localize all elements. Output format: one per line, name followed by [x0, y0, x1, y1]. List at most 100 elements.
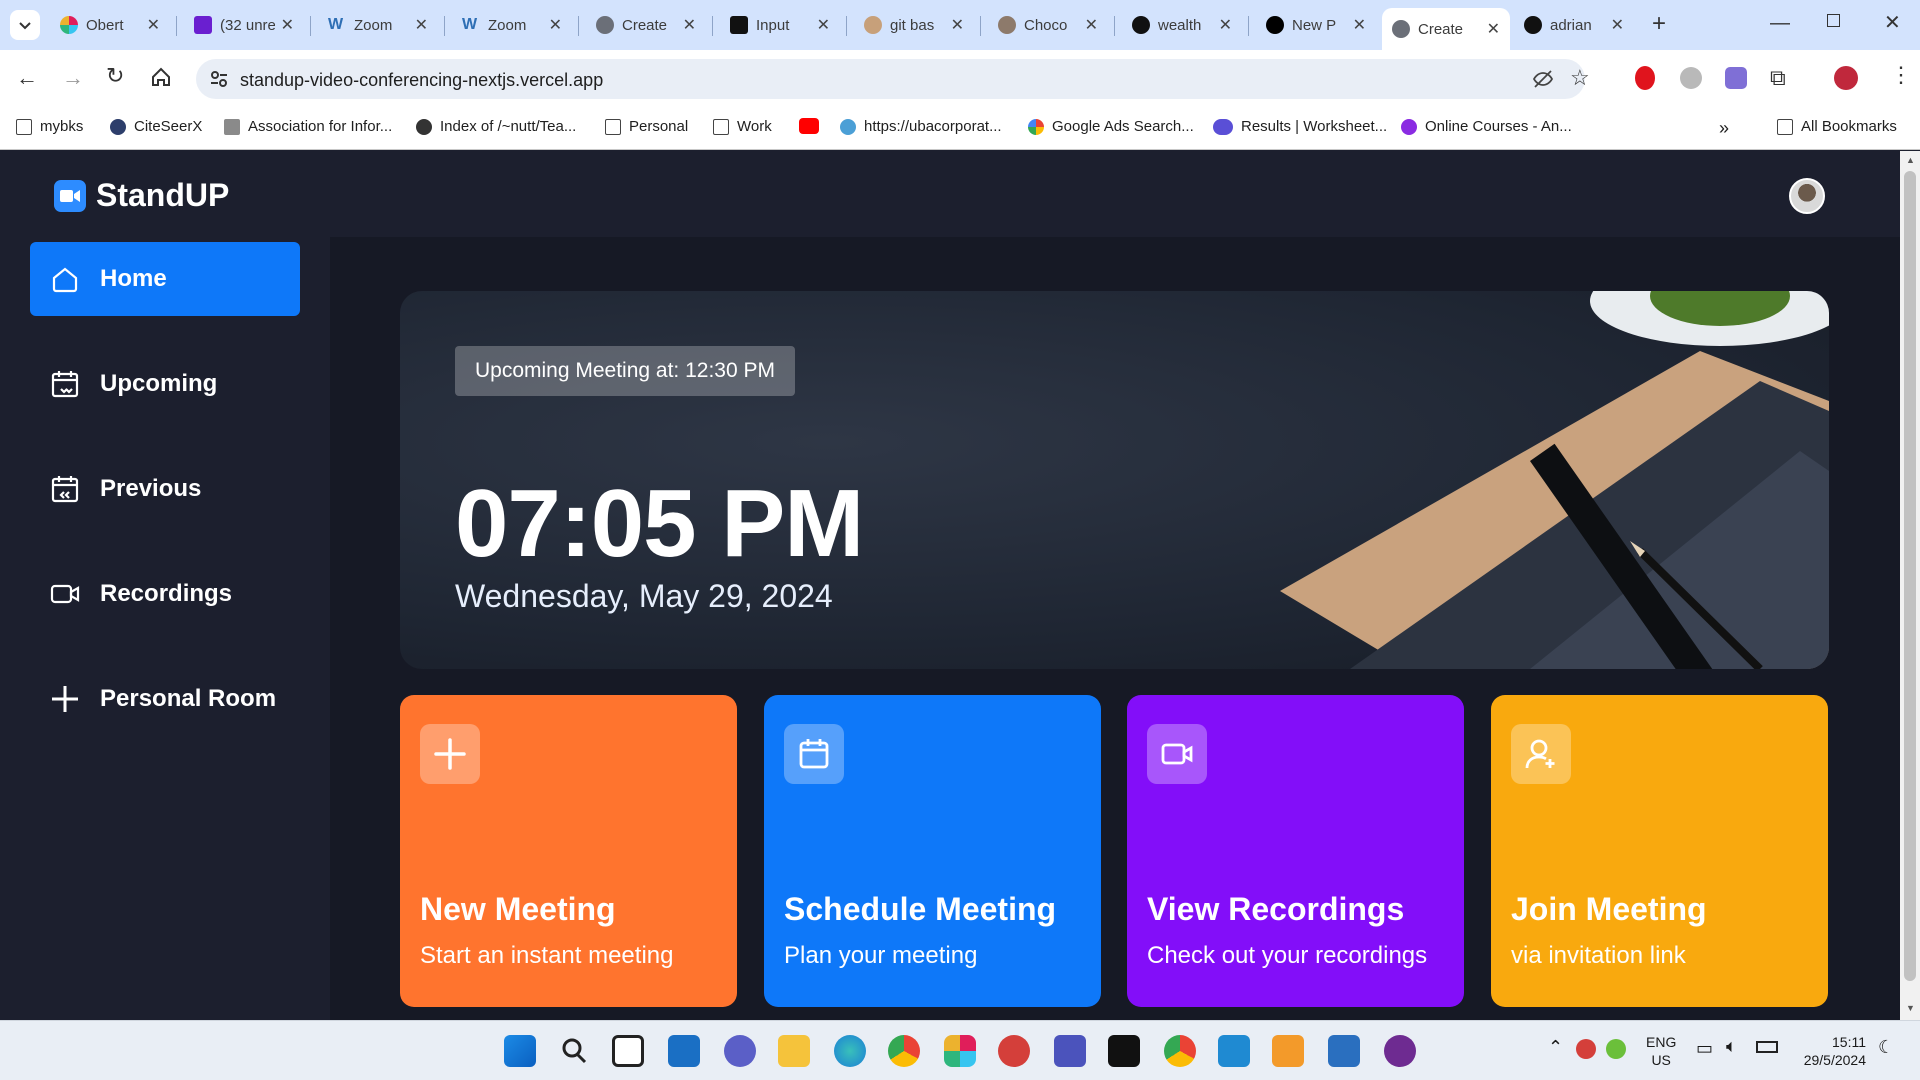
scrollbar-thumb[interactable] [1904, 171, 1916, 981]
file-explorer-icon[interactable] [778, 1035, 810, 1067]
bookmark-item[interactable]: Online Courses - An... [1401, 118, 1572, 135]
slack-icon[interactable] [944, 1035, 976, 1067]
minimize-button[interactable]: — [1770, 12, 1790, 35]
close-tab-icon[interactable]: ✕ [951, 15, 964, 35]
show-hidden-icons-icon[interactable]: ⌃ [1548, 1037, 1563, 1058]
browser-menu-button[interactable]: ⋮ [1890, 62, 1912, 88]
browser-tab[interactable]: New P ✕ [1256, 8, 1376, 42]
close-tab-icon[interactable]: ✕ [1353, 15, 1366, 35]
browser-tab[interactable]: Input ✕ [720, 8, 840, 42]
page-scrollbar[interactable]: ▲ ▼ [1900, 151, 1920, 1020]
chrome-active-icon[interactable] [1164, 1035, 1196, 1067]
browser-tab[interactable]: W Zoom ✕ [318, 8, 438, 42]
forward-button[interactable]: → [62, 65, 84, 91]
media-player-icon[interactable] [1272, 1035, 1304, 1067]
widgets-icon[interactable] [668, 1035, 700, 1067]
sync-icon[interactable] [1576, 1039, 1596, 1059]
close-tab-icon[interactable]: ✕ [1487, 19, 1500, 39]
address-bar[interactable]: standup-video-conferencing-nextjs.vercel… [196, 59, 1590, 99]
app-tray-icon[interactable] [1606, 1039, 1626, 1059]
restore-button[interactable] [1827, 14, 1840, 27]
view-recordings-card[interactable]: View Recordings Check out your recording… [1127, 695, 1464, 1007]
profile-avatar[interactable] [1834, 66, 1858, 90]
close-tab-icon[interactable]: ✕ [683, 15, 696, 35]
all-bookmarks-button[interactable]: All Bookmarks [1777, 118, 1897, 135]
browser-tab[interactable]: git bas ✕ [854, 8, 974, 42]
sidebar-item-previous[interactable]: Previous [30, 452, 300, 526]
close-tab-icon[interactable]: ✕ [415, 15, 428, 35]
terminal-icon[interactable] [1108, 1035, 1140, 1067]
bookmark-item[interactable]: Index of /~nutt/Tea... [416, 118, 576, 135]
sidebar-item-home[interactable]: Home [30, 242, 300, 316]
close-tab-icon[interactable]: ✕ [281, 15, 294, 35]
citeseerx-icon [110, 118, 126, 135]
new-meeting-card[interactable]: New Meeting Start an instant meeting [400, 695, 737, 1007]
chrome-icon[interactable] [888, 1035, 920, 1067]
browser-tab[interactable]: wealth ✕ [1122, 8, 1242, 42]
sidebar-item-recordings[interactable]: Recordings [30, 557, 300, 631]
task-view-icon[interactable] [612, 1035, 644, 1067]
notifications-icon[interactable]: ☾ [1878, 1037, 1894, 1058]
bookmark-item[interactable]: Personal [605, 118, 688, 135]
close-window-button[interactable]: ✕ [1884, 10, 1901, 35]
teams-chat-icon[interactable] [724, 1035, 756, 1067]
github-favicon-icon [1132, 16, 1150, 34]
site-info-icon[interactable] [210, 70, 228, 88]
close-tab-icon[interactable]: ✕ [1611, 15, 1624, 35]
opera-extension-icon[interactable] [1635, 66, 1655, 90]
close-tab-icon[interactable]: ✕ [549, 15, 562, 35]
close-tab-icon[interactable]: ✕ [1219, 15, 1232, 35]
user-avatar[interactable] [1789, 178, 1825, 214]
scroll-down-arrow[interactable]: ▼ [1906, 1003, 1915, 1013]
edge-icon[interactable] [834, 1035, 866, 1067]
more-bookmarks-button[interactable]: » [1719, 118, 1729, 139]
sidebar-item-upcoming[interactable]: Upcoming [30, 347, 300, 421]
language-indicator[interactable]: ENG US [1646, 1033, 1676, 1069]
home-button[interactable] [150, 66, 172, 93]
browser-tab[interactable]: adrian ✕ [1514, 8, 1634, 42]
browser-tab[interactable]: Create ✕ [586, 8, 706, 42]
wordpress-favicon-icon: W [462, 16, 478, 33]
bookmark-item[interactable]: Work [713, 118, 772, 135]
camera-extension-icon[interactable] [1725, 67, 1747, 89]
back-button[interactable]: ← [16, 65, 38, 91]
browser-tab-active[interactable]: Create ✕ [1382, 8, 1510, 50]
bookmark-star-icon[interactable]: ☆ [1570, 65, 1590, 91]
powershell-icon[interactable] [1328, 1035, 1360, 1067]
scroll-up-arrow[interactable]: ▲ [1906, 155, 1915, 165]
join-meeting-card[interactable]: Join Meeting via invitation link [1491, 695, 1828, 1007]
bookmark-item[interactable]: https://ubacorporat... [840, 118, 1002, 135]
app-logo[interactable]: StandUP [54, 177, 229, 214]
bookmark-item[interactable]: Results | Worksheet... [1213, 118, 1387, 135]
close-tab-icon[interactable]: ✕ [147, 15, 160, 35]
schedule-meeting-card[interactable]: Schedule Meeting Plan your meeting [764, 695, 1101, 1007]
eye-off-icon[interactable] [1532, 69, 1554, 89]
reload-button[interactable]: ↻ [106, 63, 124, 89]
browser-tab[interactable]: Choco ✕ [988, 8, 1108, 42]
app-icon[interactable] [998, 1035, 1030, 1067]
vscode-icon[interactable] [1218, 1035, 1250, 1067]
clock[interactable]: 15:11 29/5/2024 [1792, 1033, 1866, 1069]
bookmark-item[interactable] [799, 118, 827, 134]
teams-icon[interactable] [1054, 1035, 1086, 1067]
tab-search-button[interactable] [10, 10, 40, 40]
github-desktop-icon[interactable] [1384, 1035, 1416, 1067]
sidebar-item-personal-room[interactable]: Personal Room [30, 662, 300, 736]
close-tab-icon[interactable]: ✕ [1085, 15, 1098, 35]
extensions-puzzle-icon[interactable]: ⧉ [1770, 65, 1786, 91]
bookmark-item[interactable]: CiteSeerX [110, 118, 202, 135]
bookmark-item[interactable]: mybks [16, 118, 83, 135]
new-tab-button[interactable]: + [1652, 10, 1666, 38]
browser-tab[interactable]: W Zoom ✕ [452, 8, 572, 42]
bookmark-item[interactable]: Google Ads Search... [1028, 118, 1194, 135]
battery-icon[interactable] [1756, 1041, 1778, 1053]
bookmark-item[interactable]: Association for Infor... [224, 118, 392, 135]
browser-tab[interactable]: Obert ✕ [50, 8, 170, 42]
close-tab-icon[interactable]: ✕ [817, 15, 830, 35]
browser-tab[interactable]: (32 unread)✕ [184, 8, 304, 42]
windows-start-icon[interactable] [504, 1035, 536, 1067]
network-icon[interactable]: ▭ [1696, 1038, 1713, 1059]
volume-icon[interactable]: 🔈︎ [1726, 1036, 1737, 1057]
search-icon[interactable] [558, 1035, 590, 1067]
globe-extension-icon[interactable] [1680, 67, 1702, 89]
